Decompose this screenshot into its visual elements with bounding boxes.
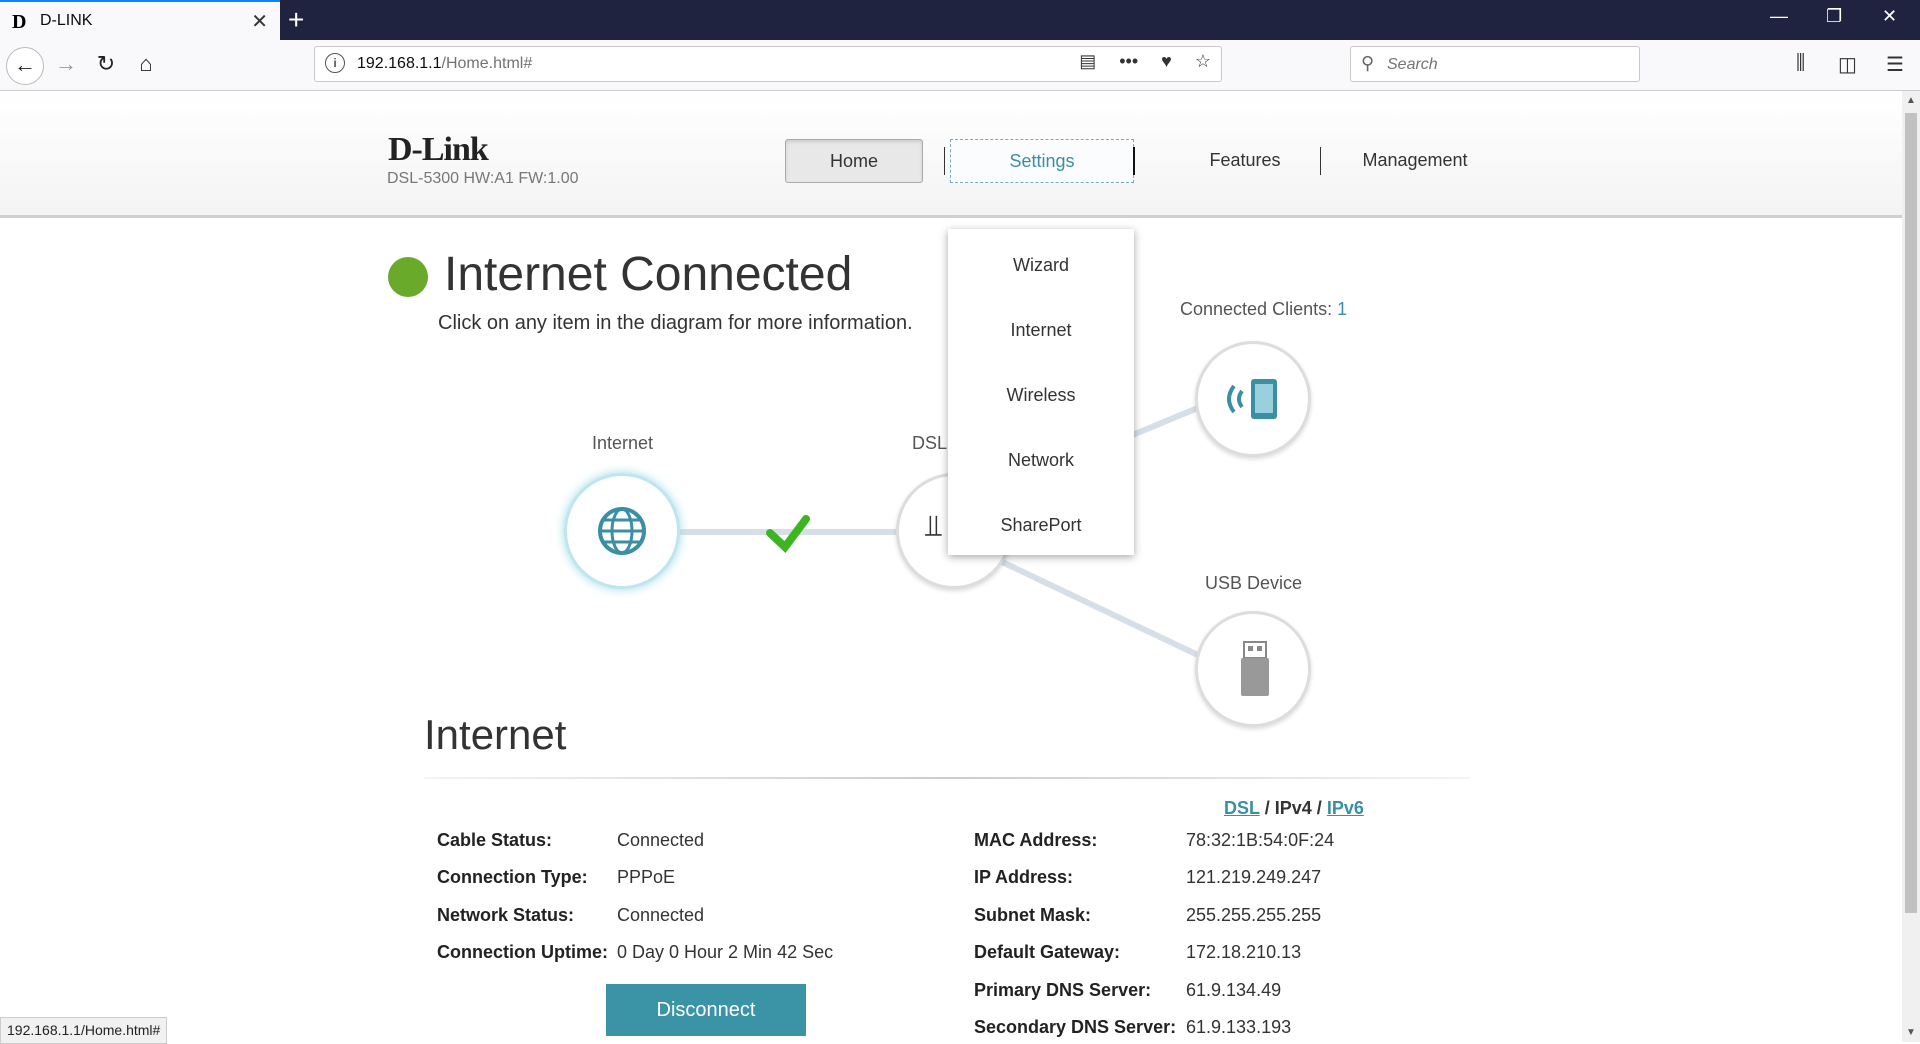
close-window-icon[interactable]: ✕ <box>1882 6 1897 27</box>
home-button[interactable]: ⌂ <box>128 47 164 83</box>
clients-label-text: Connected Clients: <box>1180 299 1333 319</box>
url-actions: ▤ ••• ♥ ☆ <box>1061 51 1211 72</box>
url-text[interactable]: 192.168.1.1/Home.html# <box>357 55 532 73</box>
vertical-scrollbar[interactable]: ▲ ▼ <box>1902 91 1920 1042</box>
navigation-bar: ← → ↻ ⌂ i 192.168.1.1/Home.html# ▤ ••• ♥… <box>0 40 1920 91</box>
dlink-favicon-icon: D <box>12 11 27 33</box>
default-gateway-value: 172.18.210.13 <box>1186 942 1302 962</box>
tab-title: D-LINK <box>40 12 93 29</box>
url-path: /Home.html# <box>441 55 533 72</box>
usb-device-node[interactable] <box>1195 611 1311 727</box>
bookmark-star-icon[interactable]: ☆ <box>1195 51 1211 72</box>
connected-clients-node[interactable] <box>1195 341 1311 457</box>
clients-count[interactable]: 1 <box>1337 299 1347 319</box>
internet-node[interactable] <box>564 473 680 589</box>
scrollbar-thumb[interactable] <box>1905 113 1917 913</box>
subnet-mask-label: Subnet Mask: <box>974 905 1092 925</box>
ipv4-link[interactable]: IPv4 <box>1275 798 1312 818</box>
connection-uptime-value: 0 Day 0 Hour 2 Min 42 Sec <box>617 942 834 962</box>
usb-node-label: USB Device <box>1205 573 1303 593</box>
search-input[interactable] <box>1385 47 1629 83</box>
section-title: Internet <box>424 711 567 758</box>
settings-dropdown: Wizard Internet Wireless Network SharePo… <box>948 229 1134 555</box>
forward-arrow-icon: → <box>55 51 77 76</box>
primary-dns-value: 61.9.134.49 <box>1186 980 1282 1000</box>
settings-shareport[interactable]: SharePort <box>948 515 1134 536</box>
wireless-device-icon <box>1227 379 1277 419</box>
ip-address-value: 121.219.249.247 <box>1186 867 1322 887</box>
settings-wireless[interactable]: Wireless <box>948 385 1134 406</box>
minimize-icon[interactable]: — <box>1770 6 1788 27</box>
disconnect-button[interactable]: Disconnect <box>606 984 806 1036</box>
hamburger-menu-icon[interactable]: ☰ <box>1886 52 1904 77</box>
network-status-label: Network Status: <box>437 905 575 925</box>
link-separator: / <box>1316 798 1322 818</box>
dsl-usb-link <box>998 558 1202 659</box>
reload-icon: ↻ <box>96 51 116 76</box>
network-status-value: Connected <box>617 905 705 925</box>
address-bar[interactable]: i 192.168.1.1/Home.html# ▤ ••• ♥ ☆ <box>314 46 1222 82</box>
router-page: D-Link DSL-5300 HW:A1 FW:1.00 Home Setti… <box>0 91 1902 1042</box>
settings-internet[interactable]: Internet <box>948 320 1134 341</box>
default-gateway-label: Default Gateway: <box>974 942 1121 962</box>
settings-network[interactable]: Network <box>948 450 1134 471</box>
forward-button[interactable]: → <box>48 47 84 83</box>
library-icon[interactable]: ⫼ <box>1796 52 1805 75</box>
usb-drive-icon <box>1241 641 1269 696</box>
connection-type-value: PPPoE <box>617 867 676 887</box>
restore-icon[interactable]: ❐ <box>1826 6 1842 27</box>
sidebar-icon[interactable]: ◫ <box>1838 52 1857 77</box>
search-icon: ⚲ <box>1361 53 1375 73</box>
scroll-up-icon[interactable]: ▲ <box>1906 95 1916 106</box>
info-icon[interactable]: i <box>325 53 345 73</box>
scroll-down-icon[interactable]: ▼ <box>1906 1027 1916 1038</box>
subnet-mask-value: 255.255.255.255 <box>1186 905 1322 925</box>
link-separator: / <box>1264 798 1270 818</box>
new-tab-icon[interactable]: + <box>288 4 304 36</box>
cable-status-label: Cable Status: <box>437 830 553 850</box>
pocket-icon[interactable]: ♥ <box>1161 51 1172 72</box>
settings-wizard[interactable]: Wizard <box>948 255 1134 276</box>
dsl-clients-link <box>1128 404 1202 439</box>
home-icon: ⌂ <box>139 51 153 76</box>
close-tab-icon[interactable]: ✕ <box>251 9 268 34</box>
connection-type-label: Connection Type: <box>437 867 588 887</box>
url-host: 192.168.1.1 <box>357 55 442 72</box>
connection-uptime-label: Connection Uptime: <box>437 942 608 962</box>
section-divider <box>424 777 1470 779</box>
clients-node-label: Connected Clients: 1 <box>1180 299 1347 320</box>
page-actions-icon[interactable]: ••• <box>1119 51 1138 72</box>
reader-view-icon[interactable]: ▤ <box>1079 51 1096 72</box>
mac-address-value: 78:32:1B:54:0F:24 <box>1186 830 1335 850</box>
title-bar: D D-LINK ✕ + — ❐ ✕ <box>0 0 1920 42</box>
globe-icon <box>598 507 646 555</box>
back-button[interactable]: ← <box>6 47 44 85</box>
secondary-dns-value: 61.9.133.193 <box>1186 1017 1292 1037</box>
primary-dns-label: Primary DNS Server: <box>974 980 1152 1000</box>
ip-address-label: IP Address: <box>974 867 1074 887</box>
status-bar-url: 192.168.1.1/Home.html# <box>0 1017 168 1044</box>
secondary-dns-label: Secondary DNS Server: <box>974 1017 1177 1037</box>
ipv6-link[interactable]: IPv6 <box>1327 798 1364 818</box>
dsl-link[interactable]: DSL <box>1224 798 1260 818</box>
reload-button[interactable]: ↻ <box>88 47 124 83</box>
search-bar[interactable]: ⚲ <box>1350 46 1640 83</box>
mac-address-label: MAC Address: <box>974 830 1098 850</box>
cable-status-value: Connected <box>617 830 705 850</box>
browser-tab[interactable]: D D-LINK ✕ <box>0 0 280 42</box>
router-icon: ⫫ <box>925 510 942 543</box>
internet-node-label: Internet <box>592 433 654 453</box>
protocol-links: DSL / IPv4 / IPv6 <box>1224 798 1364 819</box>
back-arrow-icon: ← <box>14 52 36 77</box>
dsl-node-label: DSL <box>912 433 948 453</box>
